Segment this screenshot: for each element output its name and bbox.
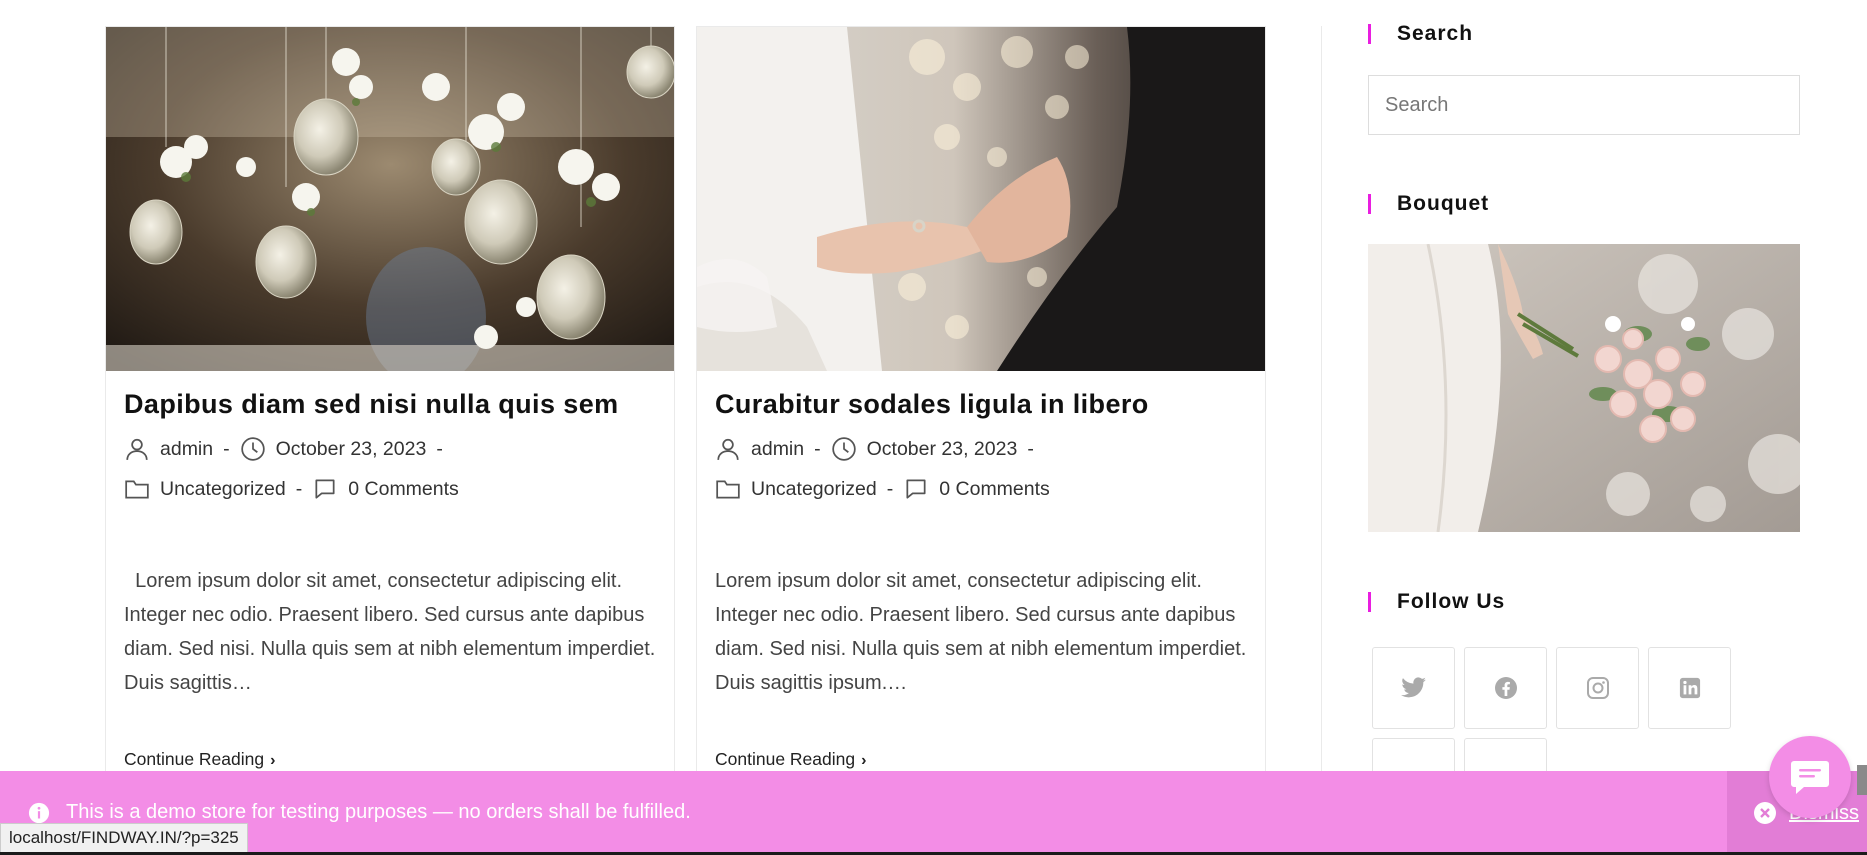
instagram-icon <box>1586 677 1609 699</box>
post-date: October 23, 2023 <box>866 437 1018 460</box>
info-icon <box>28 802 50 824</box>
linkedin-link[interactable] <box>1648 647 1731 729</box>
social-links <box>1372 647 1731 729</box>
clock-icon <box>831 437 856 461</box>
instagram-link[interactable] <box>1556 647 1639 729</box>
post-thumbnail-bulbs[interactable] <box>106 27 674 371</box>
post-comments[interactable]: 0 Comments <box>939 478 1050 501</box>
meta-separator: - <box>814 437 821 460</box>
linkedin-icon <box>1679 677 1700 699</box>
post-card: Curabitur sodales ligula in libero admin… <box>696 26 1266 786</box>
post-card: Dapibus diam sed nisi nulla quis sem adm… <box>105 26 675 786</box>
close-circle-icon <box>1754 802 1776 824</box>
post-date: October 23, 2023 <box>275 437 427 460</box>
search-widget-title: Search <box>1368 23 1473 44</box>
user-icon <box>126 438 148 460</box>
bouquet-widget-title: Bouquet <box>1368 193 1489 214</box>
post-excerpt: Lorem ipsum dolor sit amet, consectetur … <box>124 570 661 694</box>
meta-separator: - <box>436 437 443 460</box>
post-thumbnail-rings[interactable] <box>697 27 1265 371</box>
facebook-icon <box>1494 677 1517 699</box>
post-author[interactable]: admin <box>751 438 804 461</box>
hanging-bulbs-image <box>106 27 674 371</box>
clock-icon <box>240 437 265 461</box>
post-excerpt: Lorem ipsum dolor sit amet, consectetur … <box>715 570 1247 694</box>
comment-icon <box>315 479 335 499</box>
chat-launcher-button[interactable] <box>1769 736 1851 818</box>
scroll-to-top-tab[interactable] <box>1857 765 1867 795</box>
wedding-ring-image <box>697 27 1265 371</box>
post-meta-author-date: admin - October 23, 2023 - <box>124 436 453 462</box>
continue-reading-label: Continue Reading <box>715 749 856 769</box>
comment-icon <box>906 479 926 499</box>
meta-separator: - <box>295 477 303 500</box>
post-comments[interactable]: 0 Comments <box>348 478 459 501</box>
folder-icon <box>125 480 149 499</box>
chat-bubble-icon <box>1791 761 1829 794</box>
bouquet-image[interactable] <box>1368 244 1800 532</box>
sidebar-divider <box>1321 26 1322 786</box>
bride-bouquet-image <box>1368 244 1800 532</box>
chevron-right-icon: › <box>861 752 867 769</box>
demo-store-notice: This is a demo store for testing purpose… <box>0 771 1867 855</box>
post-category[interactable]: Uncategorized <box>751 478 877 501</box>
post-author[interactable]: admin <box>160 438 213 461</box>
status-bar-url: localhost/FINDWAY.IN/?p=325 <box>0 823 248 853</box>
demo-notice-text: This is a demo store for testing purpose… <box>66 801 691 823</box>
facebook-link[interactable] <box>1464 647 1547 729</box>
meta-separator: - <box>1027 437 1034 460</box>
follow-us-widget-title: Follow Us <box>1368 591 1505 612</box>
post-meta-author-date: admin - October 23, 2023 - <box>715 436 1044 462</box>
continue-reading-label: Continue Reading <box>124 749 265 769</box>
twitter-icon <box>1400 677 1426 698</box>
post-meta-category-comments: Uncategorized - 0 Comments <box>124 476 459 502</box>
search-input[interactable] <box>1368 75 1800 135</box>
folder-icon <box>716 480 740 499</box>
meta-separator: - <box>886 477 894 500</box>
post-category[interactable]: Uncategorized <box>160 478 286 501</box>
post-meta-category-comments: Uncategorized - 0 Comments <box>715 476 1050 502</box>
twitter-link[interactable] <box>1372 647 1455 729</box>
user-icon <box>717 438 739 460</box>
post-title[interactable]: Dapibus diam sed nisi nulla quis sem <box>124 389 619 420</box>
meta-separator: - <box>223 437 230 460</box>
post-title[interactable]: Curabitur sodales ligula in libero <box>715 389 1149 420</box>
chevron-right-icon: › <box>270 752 276 769</box>
